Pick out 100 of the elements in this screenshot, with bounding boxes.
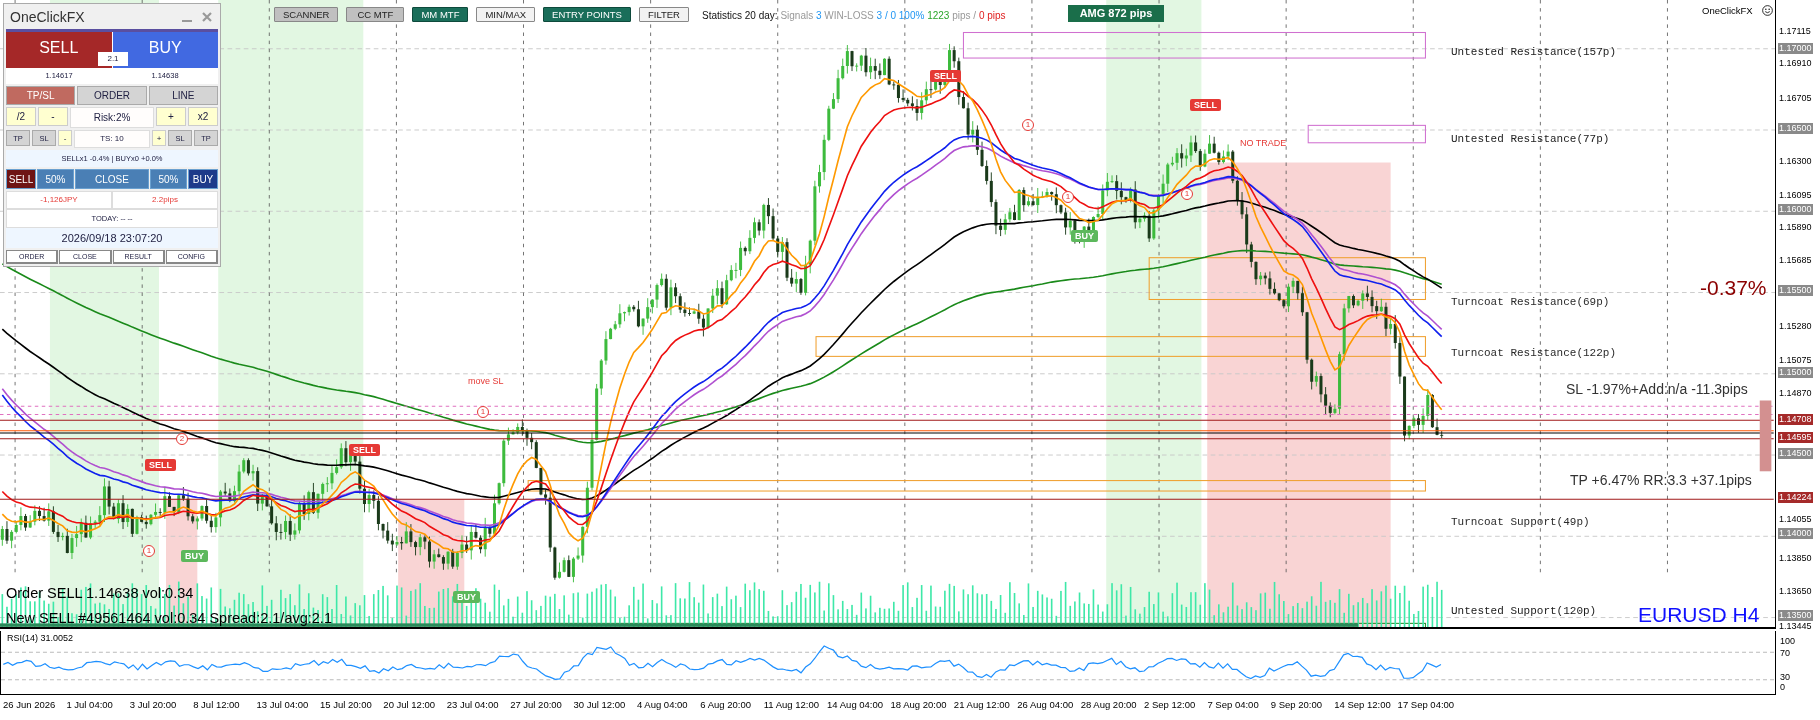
price-label: 1.16000 xyxy=(1778,204,1813,215)
price-label: 1.16910 xyxy=(1778,58,1813,69)
time-label: 1 Jul 04:00 xyxy=(66,698,114,712)
panel-tab[interactable]: TP/SL xyxy=(6,86,76,105)
price-label: 1.14870 xyxy=(1778,388,1813,399)
panel-tab[interactable]: ORDER xyxy=(77,86,147,105)
price-label: 1.15500 xyxy=(1778,285,1813,296)
time-label: 7 Sep 04:00 xyxy=(1207,698,1260,712)
minimize-icon[interactable] xyxy=(182,19,192,22)
spread-value: 2.1 xyxy=(98,52,128,66)
price-label: 1.17115 xyxy=(1778,26,1812,37)
trailing-stop-field[interactable]: TS: 10 xyxy=(74,130,150,148)
signal-badge: SELL xyxy=(930,70,961,82)
symbol-label: EURUSD H4 xyxy=(1638,603,1760,627)
time-label: 17 Sep 04:00 xyxy=(1397,698,1456,712)
price-label: 1.15280 xyxy=(1778,321,1813,332)
rsi-level-label: 30 xyxy=(1780,671,1790,683)
zone-label: Untested Resistance(157p) xyxy=(1451,46,1617,58)
time-label: 30 Jul 12:00 xyxy=(573,698,627,712)
circled-number: 1 xyxy=(1022,119,1034,131)
price-label: 1.15685 xyxy=(1778,255,1813,266)
time-label: 18 Aug 20:00 xyxy=(890,698,948,712)
risk-field[interactable]: Risk:2% xyxy=(70,107,154,128)
rsi-level-label: 0 xyxy=(1780,681,1785,693)
rsi-level-label: 100 xyxy=(1780,635,1796,647)
time-label: 14 Sep 12:00 xyxy=(1334,698,1392,712)
panel-title: OneClickFX xyxy=(9,8,86,25)
price-label: 1.14500 xyxy=(1778,448,1813,459)
risk-button[interactable]: - xyxy=(38,107,68,126)
signal-badge: BUY xyxy=(453,591,480,603)
price-label: 1.13445 xyxy=(1778,621,1813,632)
time-label: 26 Jun 2026 xyxy=(3,698,57,712)
toolbar-button[interactable]: MIN/MAX xyxy=(476,7,536,22)
price-label: 1.13500 xyxy=(1778,610,1813,621)
zone-label: Untested Support(120p) xyxy=(1451,605,1597,617)
chart-note: NO TRADE xyxy=(1240,138,1287,148)
time-label: 2 Sep 12:00 xyxy=(1144,698,1197,712)
risk-button[interactable]: /2 xyxy=(6,107,36,126)
close-all-button[interactable]: CLOSE xyxy=(75,169,149,189)
time-label: 6 Aug 20:00 xyxy=(700,698,752,712)
zone-label: Turncoat Resistance(69p) xyxy=(1451,296,1610,308)
sl-info: SL -1.97%+Add:n/a -11.3pips xyxy=(1566,381,1748,397)
rsi-label: RSI(14) 31.0052 xyxy=(7,633,74,643)
toolbar-button[interactable]: FILTER xyxy=(638,7,689,22)
statistics-text: Statistics 20 day: Signals 3 WIN-LOSS 3 / 0 100% 1223 pips / 0 pips xyxy=(702,10,1006,21)
panel-tab[interactable]: LINE xyxy=(148,86,218,105)
rsi-level-label: 70 xyxy=(1780,647,1790,659)
toolbar-button[interactable]: CC MTF xyxy=(346,7,405,22)
trailing-stop-button[interactable]: - xyxy=(58,130,72,146)
signal-badge: BUY xyxy=(1071,230,1098,242)
price-label: 1.16095 xyxy=(1778,190,1813,201)
date-time: 2026/09/18 23:07:20 xyxy=(6,228,218,248)
circled-number: 2 xyxy=(176,433,188,445)
toolbar-button[interactable]: ENTRY POINTS xyxy=(543,7,631,22)
zone-label: Untested Resistance(77p) xyxy=(1451,133,1610,145)
smiley-icon xyxy=(1762,5,1773,16)
price-label: 1.14224 xyxy=(1778,492,1813,503)
price-label: 1.14708 xyxy=(1778,414,1813,425)
profit-value: -1,126JPY xyxy=(6,191,112,209)
sl-tp-range-bar xyxy=(1759,400,1772,472)
tp-info: TP +6.47% RR:3.3 +37.1pips xyxy=(1570,472,1752,488)
price-label: 1.14000 xyxy=(1778,528,1813,539)
circled-number: 1 xyxy=(1062,191,1074,203)
price-label: 1.14595 xyxy=(1778,432,1813,443)
close-icon[interactable] xyxy=(202,11,212,22)
toolbar-button[interactable]: MM MTF xyxy=(412,7,469,22)
price-label: 1.15075 xyxy=(1778,355,1813,366)
price-label: 1.16500 xyxy=(1778,123,1813,134)
time-label: 21 Aug 12:00 xyxy=(953,698,1011,712)
price-label: 1.15890 xyxy=(1778,222,1813,233)
signal-badge: BUY xyxy=(181,550,208,562)
trailing-stop-button[interactable]: + xyxy=(152,130,166,146)
signal-badge: SELL xyxy=(349,444,380,456)
close-half-button[interactable]: 50% xyxy=(150,169,187,189)
time-label: 4 Aug 04:00 xyxy=(636,698,689,712)
risk-button[interactable]: + xyxy=(156,107,186,126)
close-sell-button[interactable]: SELL xyxy=(6,169,36,189)
price-label: 1.16300 xyxy=(1778,156,1813,167)
toolbar-button[interactable]: SCANNER xyxy=(274,7,339,22)
price-label: 1.13850 xyxy=(1778,553,1813,564)
profit-pips: 2.2pips xyxy=(112,191,218,209)
close-buy-button[interactable]: BUY xyxy=(188,169,218,189)
time-label: 14 Aug 04:00 xyxy=(827,698,885,712)
time-label: 20 Jul 12:00 xyxy=(383,698,437,712)
time-label: 3 Jul 20:00 xyxy=(129,698,178,712)
time-label: 27 Jul 20:00 xyxy=(510,698,563,712)
signal-badge: SELL xyxy=(1190,99,1221,111)
time-label: 15 Jul 20:00 xyxy=(319,698,373,712)
time-label: 8 Jul 12:00 xyxy=(193,698,241,712)
price-label: 1.15000 xyxy=(1778,367,1813,378)
time-label: 26 Aug 04:00 xyxy=(1017,698,1075,712)
price-label: 1.17000 xyxy=(1778,43,1813,54)
brand-label: OneClickFX xyxy=(1702,5,1753,16)
price-label: 1.14055 xyxy=(1778,514,1813,525)
zone-label: Turncoat Resistance(122p) xyxy=(1451,347,1617,359)
risk-button[interactable]: x2 xyxy=(188,107,218,126)
close-half-button[interactable]: 50% xyxy=(37,169,74,189)
zone-label: Turncoat Support(49p) xyxy=(1451,516,1590,528)
time-label: 13 Jul 04:00 xyxy=(256,698,310,712)
amg-badge: AMG 872 pips xyxy=(1068,5,1164,22)
